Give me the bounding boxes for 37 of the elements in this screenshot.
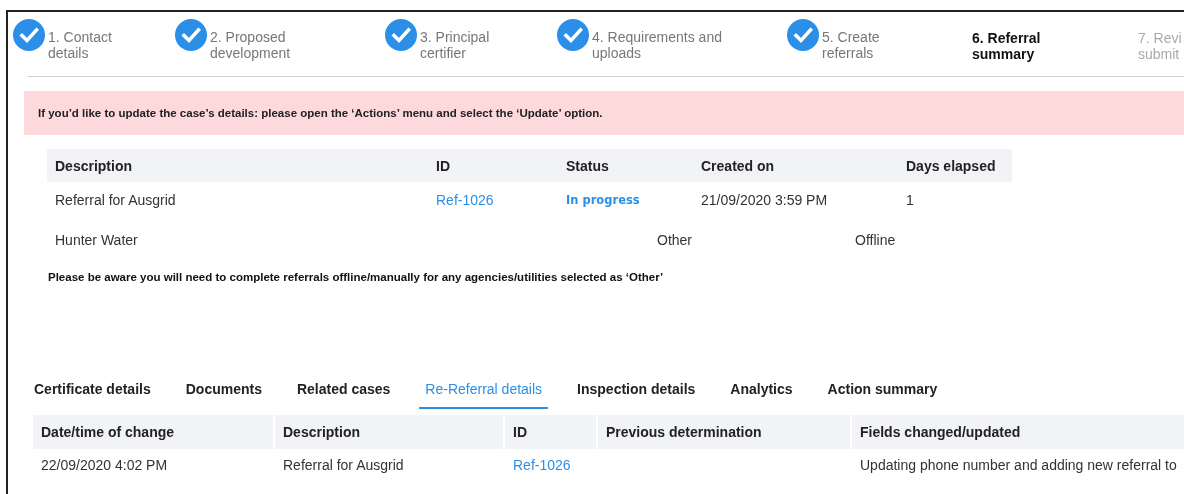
column-header: Description [54,157,133,174]
column-header: Previous determination [598,415,850,449]
tab[interactable]: Analytics [724,375,799,409]
agency-type: Other [657,232,693,248]
tab[interactable]: Inspection details [571,375,702,409]
note-text: Please be aware you will need to complete referrals offline/manually for any agencies/utilities selected as ‘Other’ [48,271,665,283]
step-label[interactable]: 5. Create referrals [822,19,880,61]
table-cell-text: 1 [905,192,915,208]
table-cell-text: 22/09/2020 4:02 PM [40,457,169,473]
status-text: In progress [565,193,641,207]
column-header: ID [435,157,451,174]
step-label[interactable]: 1. Contact details [48,19,112,61]
column-header: Fields changed/updated [852,415,1184,449]
tab[interactable]: Certificate details [28,375,157,409]
column-header: Created on [700,157,776,174]
column-header: Description [275,415,503,449]
step-label[interactable]: 2. Proposed development [210,19,291,61]
alert-text: If you’d like to update the case’s details: please open the ‘Actions’ menu and select the ‘Update’ option. [38,107,603,119]
table-cell-text: Updating phone number and adding new referral to [859,457,1178,473]
table-cell-text: Referral for Ausgrid [282,457,405,473]
tab[interactable]: Documents [179,375,268,409]
step-label[interactable]: 3. Principal certifier [420,19,490,61]
referral-mode: Offline [855,232,896,248]
referral-link[interactable]: Ref-1026 [436,192,494,208]
column-header: ID [505,415,596,449]
referral-link[interactable]: Ref-1026 [513,457,571,473]
column-header: Date/time of change [33,415,273,449]
tab[interactable]: Re-Referral details [419,375,549,409]
step-label[interactable]: 6. Referral summary [972,19,1041,62]
table-cell-text: Referral for Ausgrid [54,192,177,208]
tab[interactable]: Action summary [821,375,944,409]
table-cell-text: 21/09/2020 3:59 PM [700,192,829,208]
step-label[interactable]: 4. Requirements and uploads [592,19,722,61]
column-header: Days elapsed [905,157,997,174]
tab[interactable]: Related cases [290,375,397,409]
agency-name: Hunter Water [55,232,139,248]
column-header: Status [565,157,610,174]
